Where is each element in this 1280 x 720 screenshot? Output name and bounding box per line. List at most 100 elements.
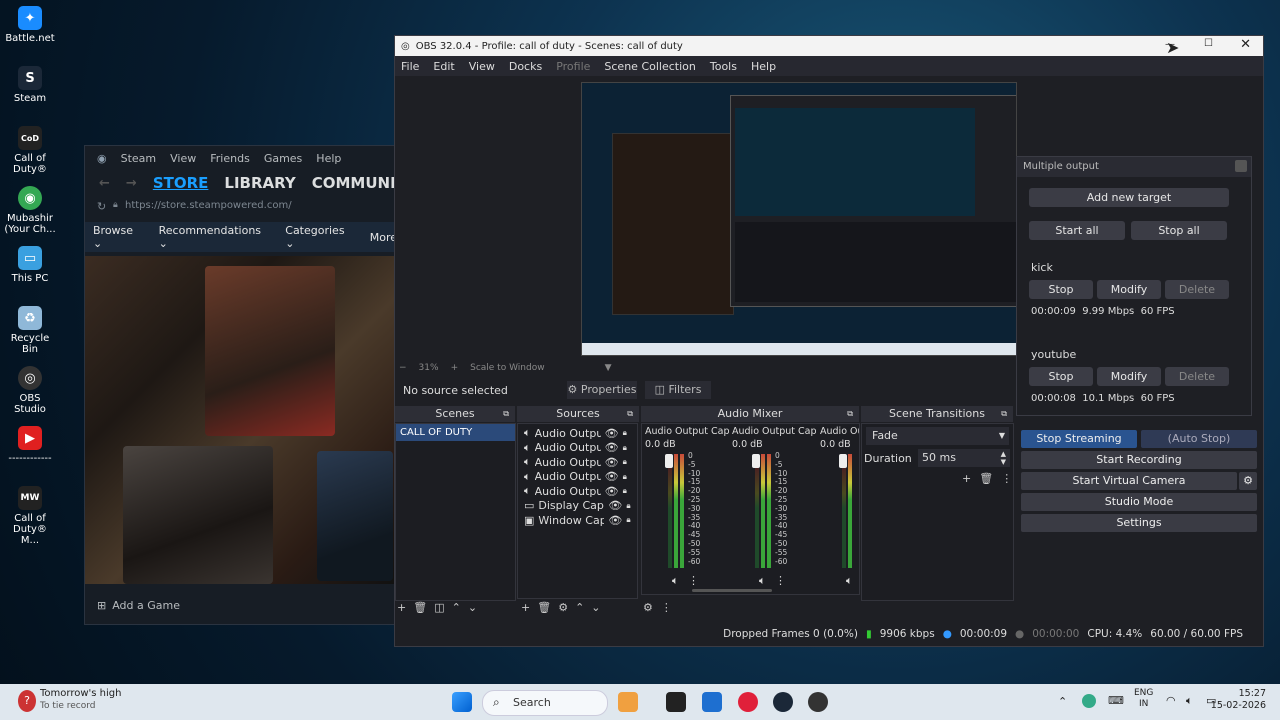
add-icon[interactable]: + xyxy=(521,601,530,614)
desktop-icon-this-pc[interactable]: ▭ This PC xyxy=(4,246,56,284)
move-down-icon[interactable]: ⌄ xyxy=(468,601,477,614)
volume-slider-handle[interactable] xyxy=(752,454,760,468)
filter-icon[interactable]: ◫ xyxy=(434,601,444,614)
tray-overflow-icon[interactable]: ⌃ xyxy=(1058,695,1067,708)
tab-library[interactable]: LIBRARY xyxy=(224,174,295,192)
wifi-icon[interactable]: ◠ xyxy=(1166,694,1176,707)
target-stop-button[interactable]: Stop xyxy=(1029,280,1093,299)
volume-slider-handle[interactable] xyxy=(665,454,673,468)
eye-icon[interactable]: 👁︎ xyxy=(605,485,619,498)
store-icon[interactable] xyxy=(702,692,722,712)
desktop-icon-youtube[interactable]: ▶ ------------ xyxy=(4,426,56,464)
lock-icon[interactable]: 🔒︎ xyxy=(623,472,627,482)
target-stop-button[interactable]: Stop xyxy=(1029,367,1093,386)
menu-file[interactable]: File xyxy=(401,60,419,73)
obs-preview-canvas[interactable] xyxy=(581,82,1017,356)
lock-icon[interactable]: 🔒︎ xyxy=(623,428,627,438)
steam-taskbar-icon[interactable] xyxy=(773,692,793,712)
speaker-mute-icon[interactable]: 🔈︎ xyxy=(672,574,679,588)
desktop-icon-chrome-profile[interactable]: ◉ Mubashir (Your Ch... xyxy=(4,186,56,235)
refresh-icon[interactable]: ↻ xyxy=(97,200,106,213)
start-all-button[interactable]: Start all xyxy=(1029,221,1125,240)
steam-menu-view[interactable]: View xyxy=(170,152,196,165)
kebab-menu-icon[interactable]: ⋮ xyxy=(661,601,672,614)
gear-icon[interactable]: ⚙ xyxy=(558,601,568,614)
menu-edit[interactable]: Edit xyxy=(433,60,454,73)
target-delete-button[interactable]: Delete xyxy=(1165,280,1229,299)
source-row[interactable]: 🔈︎ Audio Output 👁︎ 🔒︎ xyxy=(518,426,637,441)
windows-start-icon[interactable] xyxy=(452,692,472,712)
zoom-out-icon[interactable]: − xyxy=(399,363,407,373)
target-modify-button[interactable]: Modify xyxy=(1097,280,1161,299)
undock-icon[interactable]: ⧉ xyxy=(847,406,853,422)
source-row[interactable]: 🔈︎ Audio Output 👁︎ 🔒︎ xyxy=(518,470,637,485)
eye-icon[interactable]: 👁︎ xyxy=(608,499,622,512)
forward-arrow-icon[interactable]: → xyxy=(126,176,137,191)
lock-icon[interactable]: 🔒︎ xyxy=(623,486,627,496)
lock-icon[interactable]: 🔒︎ xyxy=(626,501,630,511)
lock-icon[interactable]: 🔒︎ xyxy=(626,515,630,525)
steam-url[interactable]: https://store.steampowered.com/ xyxy=(125,200,292,211)
kebab-menu-icon[interactable]: ⋮ xyxy=(1001,472,1012,485)
stop-streaming-button[interactable]: Stop Streaming xyxy=(1021,430,1137,448)
scene-item-call-of-duty[interactable]: CALL OF DUTY xyxy=(396,424,515,441)
kebab-menu-icon[interactable]: ⋮ xyxy=(688,574,699,587)
obs-taskbar-icon[interactable] xyxy=(808,692,828,712)
settings-button[interactable]: Settings xyxy=(1021,514,1257,532)
desktop-icon-recycle-bin[interactable]: ♻ Recycle Bin xyxy=(4,306,56,355)
menu-scene-collection[interactable]: Scene Collection xyxy=(604,60,695,73)
subnav-recommendations[interactable]: Recommendations ⌄ xyxy=(159,224,272,250)
steam-menu-games[interactable]: Games xyxy=(264,152,302,165)
task-view-icon[interactable] xyxy=(666,692,686,712)
steam-add-game[interactable]: ⊞ Add a Game xyxy=(85,586,397,624)
eye-icon[interactable]: 👁︎ xyxy=(605,441,619,454)
stop-all-button[interactable]: Stop all xyxy=(1131,221,1227,240)
menu-profile[interactable]: Profile xyxy=(556,60,590,73)
weather-alert-icon[interactable]: ? xyxy=(18,690,36,712)
keyboard-icon[interactable]: ⌨ xyxy=(1108,694,1124,707)
virtual-camera-settings-gear-icon[interactable]: ⚙ xyxy=(1239,472,1257,490)
spinner-icon[interactable]: ▲ ▼ xyxy=(1001,450,1006,466)
undock-icon[interactable]: ⧉ xyxy=(503,406,509,422)
search-highlight-icon[interactable] xyxy=(618,692,638,712)
studio-mode-button[interactable]: Studio Mode xyxy=(1021,493,1257,511)
maximize-icon[interactable]: ☐ xyxy=(1204,38,1213,49)
trash-icon[interactable]: 🗑︎ xyxy=(413,601,427,614)
move-up-icon[interactable]: ⌃ xyxy=(575,601,584,614)
menu-help[interactable]: Help xyxy=(751,60,776,73)
scale-dropdown-icon[interactable]: ▼ xyxy=(605,363,612,373)
target-modify-button[interactable]: Modify xyxy=(1097,367,1161,386)
undock-icon[interactable]: ⧉ xyxy=(627,406,633,422)
subnav-categories[interactable]: Categories ⌄ xyxy=(285,224,355,250)
trash-icon[interactable]: 🗑︎ xyxy=(979,472,993,485)
lock-icon[interactable]: 🔒︎ xyxy=(623,457,627,467)
clock[interactable]: 15:27 15-02-2026 xyxy=(1211,688,1266,712)
menu-tools[interactable]: Tools xyxy=(710,60,737,73)
eye-icon[interactable]: 👁︎ xyxy=(605,470,619,483)
desktop-icon-cod[interactable]: CoD Call of Duty® xyxy=(4,126,56,175)
source-row[interactable]: 🔈︎ Audio Output 👁︎ 🔒︎ xyxy=(518,441,637,456)
move-down-icon[interactable]: ⌄ xyxy=(591,601,600,614)
tray-app-icon[interactable] xyxy=(1082,694,1096,708)
menu-view[interactable]: View xyxy=(469,60,495,73)
undock-icon[interactable]: ⧉ xyxy=(1001,406,1007,422)
eye-icon[interactable]: 👁︎ xyxy=(605,456,619,469)
duration-input[interactable]: 50 ms ▲ ▼ xyxy=(918,449,1010,467)
properties-button[interactable]: ⚙ Properties xyxy=(567,381,637,399)
lock-icon[interactable]: 🔒︎ xyxy=(623,443,627,453)
scale-mode[interactable]: Scale to Window xyxy=(470,363,544,373)
desktop-icon-obs[interactable]: ◎ OBS Studio xyxy=(4,366,56,415)
mixer-scrollbar[interactable] xyxy=(692,589,772,592)
steam-hero-artwork[interactable] xyxy=(85,256,397,584)
steam-menu-steam[interactable]: Steam xyxy=(121,152,157,165)
speaker-mute-icon[interactable]: 🔈︎ xyxy=(759,574,766,588)
desktop-icon-cod-mw[interactable]: MW Call of Duty® M... xyxy=(4,486,56,546)
subnav-more[interactable]: More xyxy=(370,231,397,244)
language-indicator[interactable]: ENG IN xyxy=(1134,688,1153,710)
source-row[interactable]: 🔈︎ Audio Output 👁︎ 🔒︎ xyxy=(518,484,637,499)
trash-icon[interactable]: 🗑︎ xyxy=(537,601,551,614)
source-row[interactable]: ▭Display Captur 👁︎ 🔒︎ xyxy=(518,499,637,514)
kebab-menu-icon[interactable]: ⋮ xyxy=(775,574,786,587)
source-row[interactable]: 🔈︎ Audio Output 👁︎ 🔒︎ xyxy=(518,455,637,470)
target-delete-button[interactable]: Delete xyxy=(1165,367,1229,386)
